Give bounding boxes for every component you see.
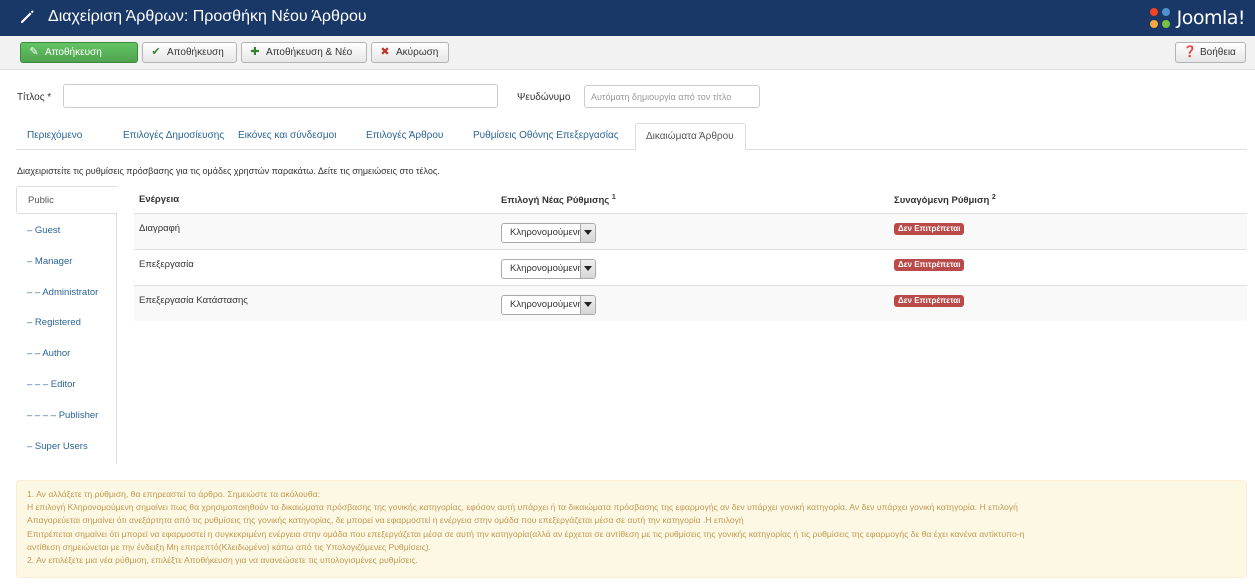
- dropdown-arrow-icon: [580, 296, 595, 314]
- cancel-button[interactable]: ✖ Ακύρωση: [371, 42, 449, 63]
- group-editor[interactable]: – – – Editor: [16, 371, 117, 399]
- pencil-icon: [21, 10, 34, 23]
- note-line: Η επιλογή Κληρονομούμενη σημαίνει πως θα…: [27, 502, 1018, 513]
- table-row: Επεξεργασία Κατάστασης Κληρονομούμενη Δε…: [134, 285, 1247, 321]
- dropdown-arrow-icon: [580, 224, 595, 242]
- setting-select[interactable]: Κληρονομούμενη: [501, 223, 596, 243]
- action-label: Επεξεργασία Κατάστασης: [139, 295, 248, 306]
- question-icon: ❓: [1183, 46, 1197, 58]
- tab-editing-layout[interactable]: Ρυθμίσεις Οθόνης Επεξεργασίας: [463, 123, 629, 150]
- tab-permissions[interactable]: Δικαιώματα Άρθρου: [635, 123, 746, 151]
- cancel-button-label: Ακύρωση: [396, 47, 439, 58]
- help-button[interactable]: ❓ Βοήθεια: [1175, 42, 1246, 63]
- table-row: Επεξεργασία Κληρονομούμενη Δεν Επιτρέπετ…: [134, 249, 1247, 285]
- group-administrator[interactable]: – – Administrator: [16, 279, 117, 307]
- group-publisher[interactable]: – – – – Publisher: [16, 402, 117, 430]
- title-label: Τίτλος *: [17, 92, 52, 103]
- save-new-button[interactable]: ✚ Αποθήκευση & Νέο: [241, 42, 367, 63]
- save-button[interactable]: ✎ Αποθήκευση: [20, 42, 138, 63]
- dropdown-arrow-icon: [580, 260, 595, 278]
- note-line: Απαγορεύεται σημαίνει ότι ανεξάρτητα από…: [27, 515, 744, 526]
- col-action-header: Ενέργεια: [139, 194, 180, 205]
- note-line: αντίθεση σημειώνεται με την ένδειξη Μη ε…: [27, 541, 431, 552]
- status-badge: Δεν Επιτρέπεται: [894, 223, 965, 235]
- group-super-users[interactable]: – Super Users: [16, 433, 117, 461]
- tab-images-links[interactable]: Εικόνες και σύνδεσμοι: [228, 123, 346, 150]
- save-close-button[interactable]: ✔ Αποθήκευση: [142, 42, 237, 63]
- note-line: Επιτρέπεται σημαίνει ότι μπορεί να εφαρμ…: [27, 528, 1025, 539]
- status-badge: Δεν Επιτρέπεται: [894, 259, 965, 271]
- save-new-button-label: Αποθήκευση & Νέο: [266, 47, 353, 58]
- help-button-label: Βοήθεια: [1200, 47, 1236, 58]
- tab-content[interactable]: Περιεχόμενο: [17, 123, 92, 150]
- col-calculated-header: Συναγόμενη Ρύθμιση 2: [894, 194, 996, 207]
- table-row: Διαγραφή Κληρονομούμενη Δεν Επιτρέπεται: [134, 213, 1247, 249]
- tab-publishing[interactable]: Επιλογές Δημοσίευσης: [113, 123, 234, 150]
- tab-bar: Περιεχόμενο Επιλογές Δημοσίευσης Εικόνες…: [16, 123, 1247, 151]
- note-line: 2. Αν επιλέξετε μια νέα ρύθμιση, επιλέξτ…: [27, 555, 418, 566]
- cancel-icon: ✖: [380, 46, 390, 58]
- note-line: 1. Αν αλλάξετε τη ρύθμιση, θα επηρεαστεί…: [27, 489, 320, 499]
- logo-wordmark: Joomla!: [1176, 7, 1246, 29]
- group-registered[interactable]: – Registered: [16, 309, 117, 337]
- user-groups-nav: Public – Guest – Manager – – Administrat…: [16, 186, 118, 464]
- save-button-label: Αποθήκευση: [45, 47, 102, 58]
- action-label: Διαγραφή: [139, 223, 181, 234]
- group-guest[interactable]: – Guest: [16, 217, 117, 245]
- tab-article-options[interactable]: Επιλογές Άρθρου: [356, 123, 453, 150]
- edit-icon: ✎: [29, 46, 39, 58]
- save-close-button-label: Αποθήκευση: [167, 47, 224, 58]
- permissions-notes: 1. Αν αλλάξετε τη ρύθμιση, θα επηρεαστεί…: [16, 480, 1247, 578]
- status-badge: Δεν Επιτρέπεται: [894, 295, 965, 307]
- check-icon: ✔: [151, 46, 161, 58]
- col-new-setting-header: Επιλογή Νέας Ρύθμισης 1: [501, 194, 616, 207]
- setting-select[interactable]: Κληρονομούμενη: [501, 259, 596, 279]
- permissions-description: Διαχειριστείτε τις ρυθμίσεις πρόσβασης γ…: [17, 166, 440, 176]
- header-bar: Διαχείριση Άρθρων: Προσθήκη Νέου Άρθρου …: [0, 0, 1255, 36]
- alias-label: Ψευδώνυμο: [517, 92, 571, 103]
- title-input[interactable]: [63, 84, 498, 108]
- group-manager[interactable]: – Manager: [16, 248, 117, 276]
- alias-input[interactable]: Αυτόματη δημιουργία από τον τίτλο: [584, 85, 760, 108]
- plus-icon: ✚: [250, 46, 260, 58]
- group-public[interactable]: Public: [16, 186, 118, 214]
- page-title: Διαχείριση Άρθρων: Προσθήκη Νέου Άρθρου: [48, 8, 367, 25]
- group-author[interactable]: – – Author: [16, 340, 117, 368]
- action-label: Επεξεργασία: [139, 259, 194, 270]
- joomla-logo[interactable]: Joomla!: [1147, 5, 1246, 31]
- joomla-logo-icon: [1149, 8, 1170, 28]
- setting-select[interactable]: Κληρονομούμενη: [501, 295, 596, 315]
- toolbar: ✎ Αποθήκευση ✔ Αποθήκευση ✚ Αποθήκευση &…: [0, 36, 1255, 70]
